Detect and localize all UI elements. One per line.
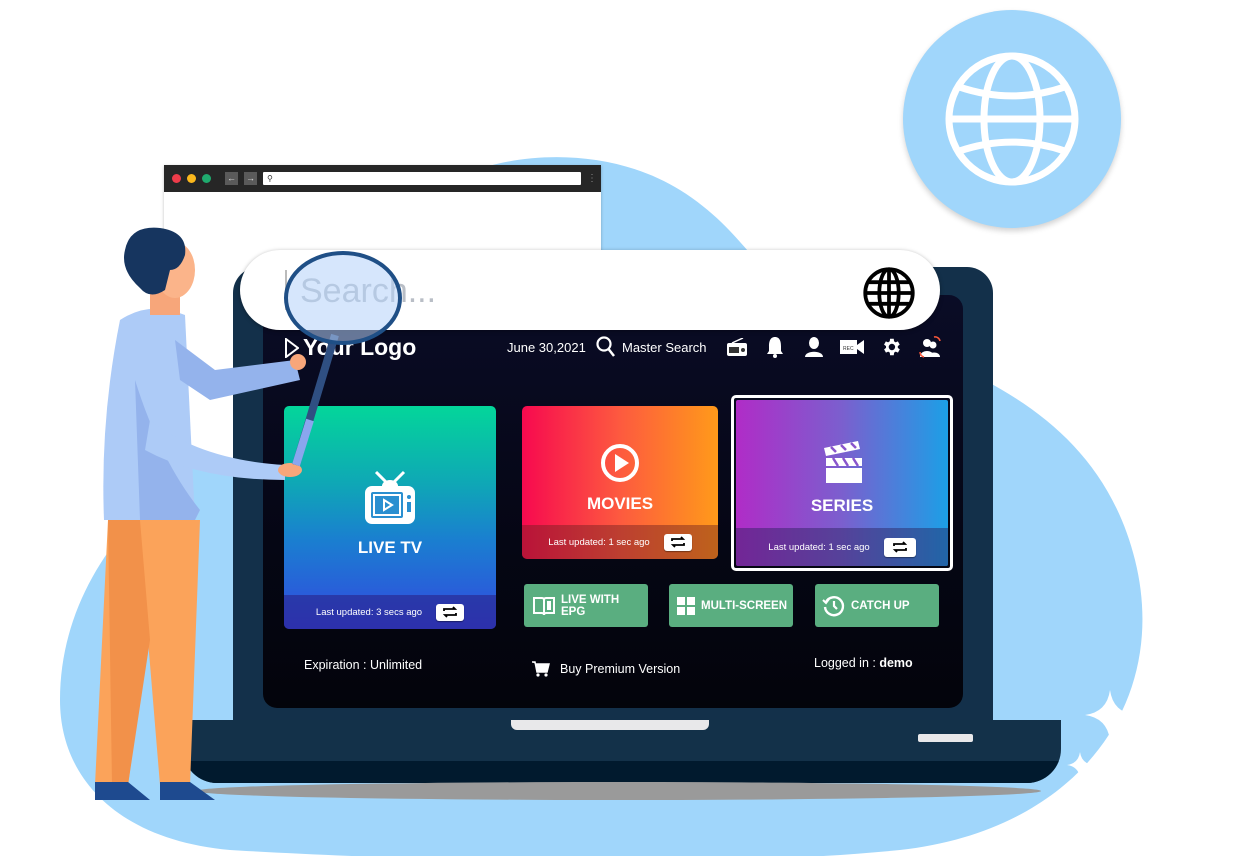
series-label: SERIES <box>810 496 874 515</box>
globe-icon <box>945 52 1079 186</box>
refresh-icon <box>442 606 458 618</box>
grid-icon <box>677 596 695 615</box>
user-icon <box>805 337 823 357</box>
gear-icon <box>884 338 900 356</box>
minimize-dot[interactable] <box>187 174 196 183</box>
movies-footer: Last updated: 1 sec ago <box>522 525 718 559</box>
live-epg-line2: EPG <box>561 605 586 618</box>
laptop-indicator <box>918 734 973 742</box>
settings-button[interactable] <box>879 336 903 358</box>
series-tile[interactable]: SERIES Last updated: 1 sec ago <box>736 400 948 566</box>
search-icon <box>596 336 615 357</box>
catch-up-label: CATCH UP <box>851 599 910 612</box>
expiration-value: Unlimited <box>370 658 423 672</box>
logged-in-info: Logged in : demo <box>814 656 913 670</box>
bell-icon <box>767 337 783 358</box>
maximize-dot[interactable] <box>202 174 211 183</box>
series-refresh-button[interactable] <box>883 537 916 557</box>
close-dot[interactable] <box>172 174 181 183</box>
sparkle-icon <box>1085 690 1135 740</box>
browser-address-bar[interactable]: ⚲ <box>263 172 581 185</box>
movies-tile[interactable]: MOVIES Last updated: 1 sec ago <box>522 406 718 559</box>
live-epg-line1: LIVE WITH <box>561 593 620 606</box>
sparkle-small-icon <box>1067 752 1093 778</box>
series-status: Last updated: 1 sec ago <box>768 541 870 553</box>
refresh-icon <box>892 541 907 553</box>
master-search-button[interactable]: Master Search <box>596 336 707 358</box>
movies-status: Last updated: 1 sec ago <box>548 536 650 548</box>
profile-button[interactable] <box>802 336 826 358</box>
live-tv-refresh-button[interactable] <box>436 603 465 621</box>
series-footer: Last updated: 1 sec ago <box>736 528 948 566</box>
catch-up-button[interactable]: CATCH UP <box>815 584 939 627</box>
laptop-shadow <box>196 782 1041 800</box>
globe-icon[interactable] <box>862 266 916 320</box>
switch-user-button[interactable] <box>918 336 942 358</box>
svg-text:REC: REC <box>843 346 854 352</box>
back-arrow-icon[interactable]: ← <box>225 172 238 185</box>
live-with-epg-button[interactable]: LIVE WITH EPG <box>524 584 648 627</box>
forward-arrow-icon[interactable]: → <box>244 172 257 185</box>
notifications-button[interactable] <box>763 336 787 358</box>
play-circle-icon <box>601 444 639 482</box>
cart-icon <box>532 661 550 677</box>
master-search-label: Master Search <box>622 339 707 355</box>
multi-screen-button[interactable]: MULTI-SCREEN <box>669 584 793 627</box>
switch-user-icon <box>919 336 941 358</box>
clapperboard-icon <box>824 441 862 483</box>
logged-in-label: Logged in : <box>814 656 880 670</box>
recordings-button[interactable]: REC <box>840 336 864 358</box>
header-date: June 30,2021 <box>507 340 586 355</box>
laptop-notch <box>511 720 709 730</box>
browser-toolbar: ← → ⚲ ⋮ <box>164 165 601 192</box>
radio-icon <box>727 338 747 356</box>
logged-in-user: demo <box>879 656 913 670</box>
book-info-icon <box>533 596 555 615</box>
globe-badge <box>903 10 1121 228</box>
buy-premium-link[interactable]: Buy Premium Version <box>532 661 680 677</box>
live-tv-status: Last updated: 3 secs ago <box>315 606 423 618</box>
radio-button[interactable] <box>725 336 749 358</box>
buy-premium-label: Buy Premium Version <box>560 662 681 676</box>
movies-refresh-button[interactable] <box>663 533 692 551</box>
history-clock-icon <box>822 595 845 616</box>
record-camera-icon: REC <box>840 340 864 354</box>
expiration-info: Expiration : Unlimited <box>304 658 422 672</box>
movies-label: MOVIES <box>586 494 654 513</box>
refresh-icon <box>670 536 685 548</box>
search-icon: ⚲ <box>267 174 273 183</box>
kebab-menu-icon[interactable]: ⋮ <box>587 173 597 183</box>
multi-screen-label: MULTI-SCREEN <box>701 599 788 612</box>
magnifying-glass-illustration <box>284 251 402 467</box>
